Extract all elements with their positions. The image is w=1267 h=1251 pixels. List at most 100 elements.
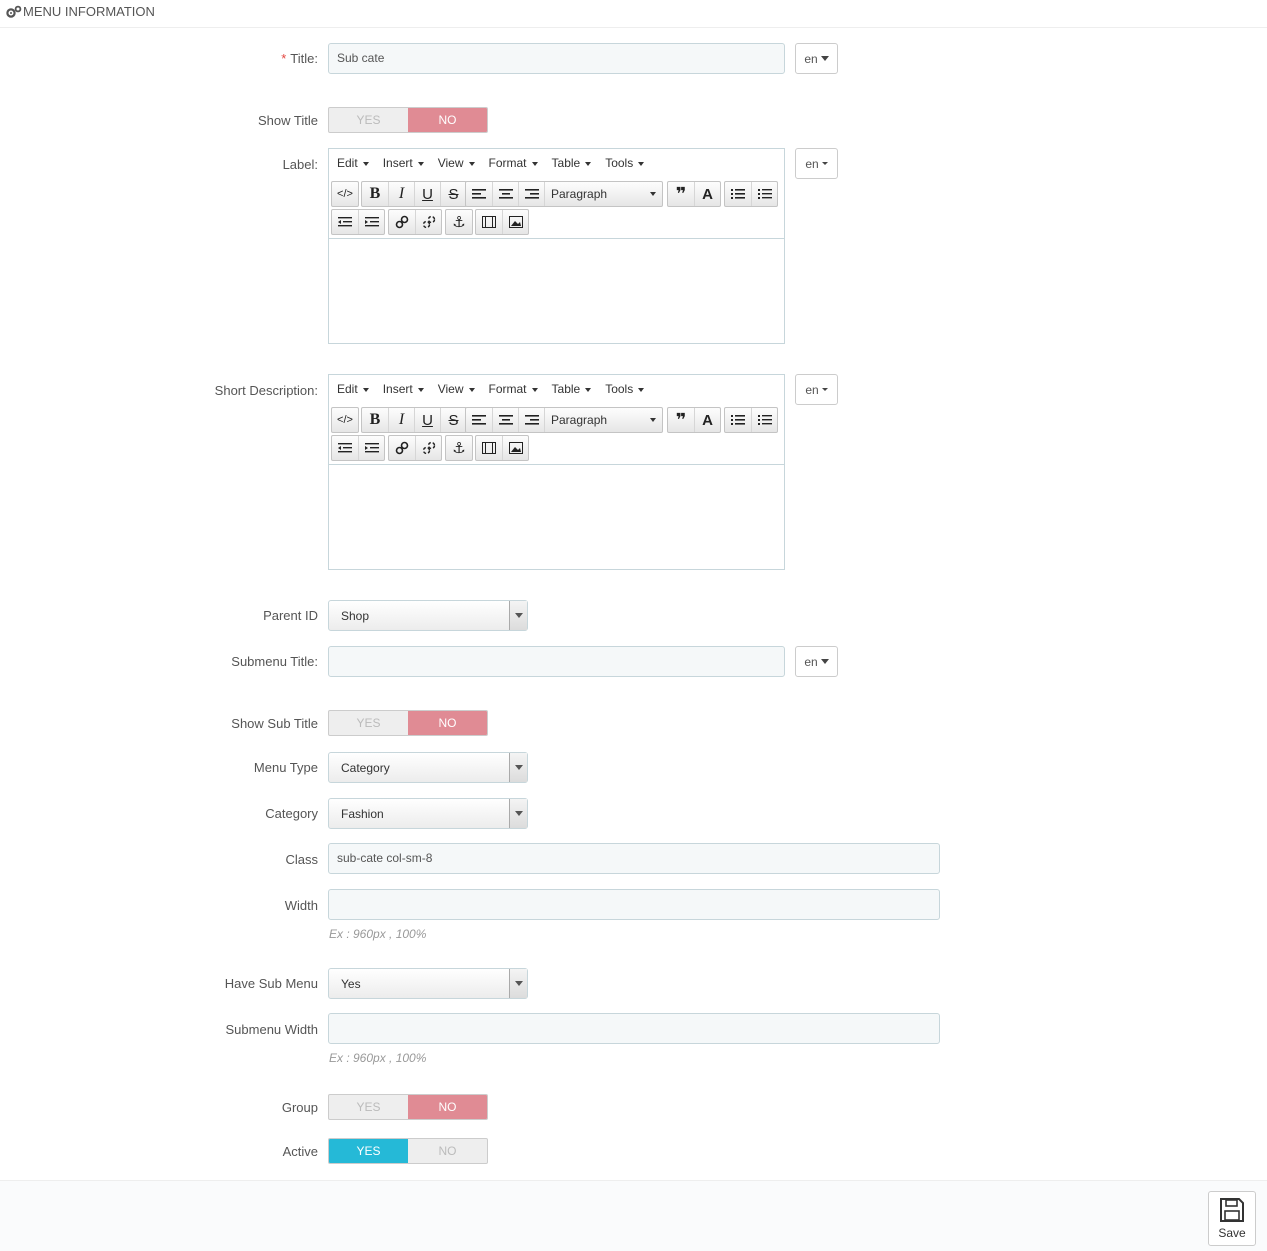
group-label: Group	[281, 1100, 318, 1115]
underline-icon[interactable]: U	[414, 408, 440, 432]
menu-view[interactable]: View	[438, 149, 475, 177]
editor-menubar: Edit Insert View Format Table Tools	[329, 149, 784, 177]
active-no[interactable]: NO	[408, 1139, 487, 1163]
caret-down-icon	[820, 56, 829, 61]
menu-table[interactable]: Table	[552, 375, 592, 403]
category-select[interactable]: Fashion	[328, 798, 528, 829]
have-sub-menu-select[interactable]: Yes	[328, 968, 528, 999]
block-format-dropdown[interactable]: Paragraph	[544, 408, 662, 432]
show-sub-title-switch[interactable]: YES NO	[328, 710, 488, 736]
indent-icon[interactable]	[358, 436, 384, 460]
menu-table[interactable]: Table	[552, 149, 592, 177]
link-icon[interactable]	[389, 210, 415, 234]
text-color-icon[interactable]: A	[694, 408, 720, 432]
editor-menubar: Edit Insert View Format Table Tools	[329, 375, 784, 403]
text-color-icon[interactable]: A	[694, 182, 720, 206]
menu-type-select[interactable]: Category	[328, 752, 528, 783]
strikethrough-icon[interactable]: S	[440, 408, 466, 432]
bold-icon[interactable]: B	[362, 182, 388, 206]
align-left-icon[interactable]	[466, 408, 492, 432]
menu-view[interactable]: View	[438, 375, 475, 403]
class-input[interactable]: sub-cate col-sm-8	[328, 843, 940, 874]
align-center-icon[interactable]	[492, 408, 518, 432]
menu-edit[interactable]: Edit	[337, 375, 369, 403]
group-no[interactable]: NO	[408, 1095, 487, 1119]
numbered-list-icon[interactable]	[751, 182, 777, 206]
lang-code: en	[805, 156, 819, 171]
active-yes[interactable]: YES	[329, 1139, 408, 1163]
width-input[interactable]	[328, 889, 940, 920]
short-description-editor[interactable]: Edit Insert View Format Table Tools </> …	[328, 374, 785, 570]
outdent-icon[interactable]	[332, 210, 358, 234]
caret-down-icon	[821, 162, 828, 165]
active-label: Active	[282, 1144, 318, 1159]
show-title-switch[interactable]: YES NO	[328, 107, 488, 133]
title-lang-button[interactable]: en	[795, 43, 838, 74]
align-right-icon[interactable]	[518, 408, 544, 432]
group-switch[interactable]: YES NO	[328, 1094, 488, 1120]
parent-id-value: Shop	[341, 609, 370, 623]
submenu-title-lang-button[interactable]: en	[795, 646, 838, 677]
submenu-width-label: Submenu Width	[225, 1022, 319, 1037]
show-title-yes[interactable]: YES	[329, 108, 408, 132]
group-yes[interactable]: YES	[329, 1095, 408, 1119]
bold-icon[interactable]: B	[362, 408, 388, 432]
anchor-icon[interactable]: ⚓	[446, 436, 472, 460]
source-code-icon[interactable]: </>	[332, 408, 358, 432]
chevron-down-icon	[509, 601, 527, 630]
source-code-icon[interactable]: </>	[332, 182, 358, 206]
submenu-title-input[interactable]	[328, 646, 785, 677]
block-format-dropdown[interactable]: Paragraph	[544, 182, 662, 206]
menu-format[interactable]: Format	[489, 149, 538, 177]
menu-tools[interactable]: Tools	[605, 149, 645, 177]
category-value: Fashion	[341, 807, 384, 821]
underline-icon[interactable]: U	[414, 182, 440, 206]
title-input[interactable]: Sub cate	[328, 43, 785, 74]
show-sub-title-yes[interactable]: YES	[329, 711, 408, 735]
menu-insert[interactable]: Insert	[383, 375, 424, 403]
save-button[interactable]: Save	[1208, 1191, 1256, 1246]
unlink-icon[interactable]	[415, 436, 441, 460]
title-label: * Title:	[281, 51, 318, 66]
align-center-icon[interactable]	[492, 182, 518, 206]
show-sub-title-no[interactable]: NO	[408, 711, 487, 735]
image-icon[interactable]	[502, 210, 528, 234]
outdent-icon[interactable]	[332, 436, 358, 460]
media-icon[interactable]	[476, 436, 502, 460]
caret-down-icon	[650, 418, 656, 422]
italic-icon[interactable]: I	[388, 182, 414, 206]
numbered-list-icon[interactable]	[751, 408, 777, 432]
label-editor-content[interactable]	[329, 238, 784, 343]
label-lang-button[interactable]: en	[795, 148, 838, 179]
menu-insert[interactable]: Insert	[383, 149, 424, 177]
italic-icon[interactable]: I	[388, 408, 414, 432]
align-right-icon[interactable]	[518, 182, 544, 206]
show-sub-title-label: Show Sub Title	[231, 716, 318, 731]
blockquote-icon[interactable]: ❞	[668, 408, 694, 432]
show-title-no[interactable]: NO	[408, 108, 487, 132]
menu-tools[interactable]: Tools	[605, 375, 645, 403]
blockquote-icon[interactable]: ❞	[668, 182, 694, 206]
parent-id-select[interactable]: Shop	[328, 600, 528, 631]
link-icon[interactable]	[389, 436, 415, 460]
image-icon[interactable]	[502, 436, 528, 460]
bullet-list-icon[interactable]	[725, 408, 751, 432]
indent-icon[interactable]	[358, 210, 384, 234]
save-label: Save	[1218, 1226, 1246, 1240]
submenu-width-input[interactable]	[328, 1013, 940, 1044]
save-icon	[1219, 1197, 1245, 1223]
bullet-list-icon[interactable]	[725, 182, 751, 206]
submenu-title-label: Submenu Title:	[231, 654, 318, 669]
align-left-icon[interactable]	[466, 182, 492, 206]
width-label: Width	[284, 898, 318, 913]
menu-format[interactable]: Format	[489, 375, 538, 403]
label-editor[interactable]: Edit Insert View Format Table Tools </> …	[328, 148, 785, 344]
media-icon[interactable]	[476, 210, 502, 234]
anchor-icon[interactable]: ⚓	[446, 210, 472, 234]
short-description-editor-content[interactable]	[329, 464, 784, 569]
strikethrough-icon[interactable]: S	[440, 182, 466, 206]
unlink-icon[interactable]	[415, 210, 441, 234]
active-switch[interactable]: YES NO	[328, 1138, 488, 1164]
short-description-lang-button[interactable]: en	[795, 374, 838, 405]
menu-edit[interactable]: Edit	[337, 149, 369, 177]
